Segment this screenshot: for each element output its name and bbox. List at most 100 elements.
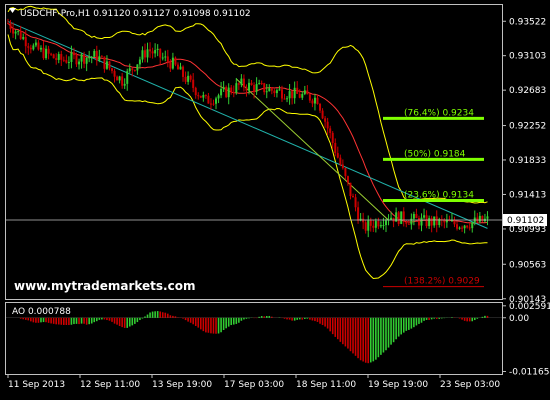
candle-body [237,83,240,85]
candle-body [260,83,263,85]
candle-body [275,90,278,94]
candle-body [24,37,27,47]
candle-body [405,221,408,224]
candle-body [334,142,337,154]
candle-body [466,225,469,228]
price-tick-label: 0.90563 [509,260,546,270]
candle-body [116,76,119,81]
candle-body [118,76,121,81]
candle-body [420,217,423,226]
candle-body [369,220,372,226]
candle-body [417,218,420,226]
candle-body [176,64,179,70]
candle-body [423,215,426,218]
candle-body [143,50,146,58]
price-tick-label: 0.90993 [509,225,546,235]
candle-body [372,225,375,228]
candle-body [9,23,12,29]
candle-body [45,48,48,59]
candle-body [242,78,245,88]
candle-body [103,56,106,69]
candle-body [435,216,438,225]
candle-body [156,48,159,51]
candle-body [67,61,70,63]
candle-body [415,213,418,219]
candle-body [374,221,377,228]
candle-body [217,95,220,99]
trading-chart[interactable]: USDCHF-Pro,H1 0.91120 0.91127 0.91098 0.… [0,0,550,400]
candle-body [166,56,169,62]
candle-body [329,128,332,133]
candle-body [245,87,248,91]
candle-body [47,48,50,54]
candle-body [29,47,32,50]
candle-body [227,87,230,98]
candle-body [301,94,304,98]
candle-body [215,98,218,104]
candle-body [316,97,319,105]
candle-body [255,84,258,92]
candle-body [230,87,233,93]
candle-body [425,215,428,227]
candle-body [362,218,365,223]
candle-body [123,83,126,86]
candle-body [280,89,283,99]
candle-body [88,57,91,59]
ao-tick-label: 0.002591 [509,302,550,312]
candle-body [19,30,22,39]
candle-body [131,68,134,70]
candle-body [189,75,192,80]
price-tick-label: 0.92252 [509,122,546,132]
candle-body [331,132,334,143]
candle-body [258,83,261,85]
candle-body [458,227,461,229]
candle-body [461,227,464,229]
candle-body [55,58,58,60]
candle-body [379,225,382,227]
candle-body [265,91,268,93]
candle-body [80,54,83,62]
candle-body [149,49,152,52]
candle-body [293,87,296,99]
symbol-header: USDCHF-Pro,H1 0.91120 0.91127 0.91098 0.… [20,9,251,19]
fib-label: (138.2%) 0.9029 [404,277,480,287]
candle-body [220,88,223,96]
candle-body [133,69,136,71]
candle-body [7,23,9,25]
candle-body [14,31,17,34]
candle-body [105,61,108,69]
candle-body [17,30,20,32]
candle-body [182,66,185,77]
candle-body [410,218,413,225]
time-tick-label: 11 Sep 2013 [8,380,65,390]
candle-body [32,45,35,50]
time-tick-label: 23 Sep 03:00 [440,380,500,390]
candle-body [126,71,129,84]
candle-body [428,218,431,227]
candle-body [354,197,357,208]
candle-body [113,70,116,77]
time-tick-label: 17 Sep 03:00 [224,380,284,390]
candle-body [377,221,380,227]
time-tick-label: 12 Sep 11:00 [80,380,140,390]
candle-body [412,213,415,219]
price-tick-label: 0.91413 [509,190,546,200]
candle-body [121,76,124,86]
candle-body [291,91,294,99]
candle-body [207,95,210,104]
candle-body [93,50,96,57]
candle-body [384,220,387,226]
candle-body [349,182,352,197]
candle-body [161,57,164,59]
candle-body [174,57,177,65]
candle-body [164,56,167,58]
candle-body [169,61,172,69]
candle-body [42,47,45,59]
candle-body [270,88,273,91]
candle-body [108,61,111,69]
ao-tick-label: -0.011654 [509,367,550,377]
candle-body [39,47,42,50]
candle-body [433,216,436,226]
candle-body [34,42,37,46]
candle-body [65,60,68,63]
